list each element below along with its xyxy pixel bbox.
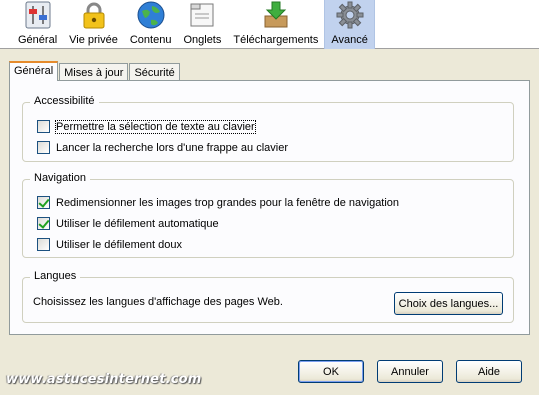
cancel-button[interactable]: Annuler <box>377 360 443 383</box>
tab-general[interactable]: Général <box>9 61 59 81</box>
option-find-as-you-type[interactable]: Lancer la recherche lors d'une frappe au… <box>37 141 288 154</box>
toolbar-label-privacy: Vie privée <box>69 34 118 46</box>
navigation-group: Navigation Redimensionner les images tro… <box>22 172 514 258</box>
option-autoscroll[interactable]: Utiliser le défilement automatique <box>37 217 219 230</box>
languages-group: Langues Choisissez les langues d'afficha… <box>22 270 514 323</box>
languages-title: Langues <box>30 270 81 282</box>
toolbar-label-general: Général <box>18 34 58 46</box>
resize-images-checkbox[interactable] <box>37 196 50 209</box>
choose-languages-button[interactable]: Choix des langues... <box>394 292 503 315</box>
autoscroll-label: Utiliser le défilement automatique <box>56 217 219 230</box>
toolbar-item-privacy[interactable]: Vie privée <box>63 0 124 49</box>
ok-button[interactable]: OK <box>298 360 364 383</box>
tab-strip: Général Mises à jour Sécurité <box>9 61 181 81</box>
window-tabs-icon <box>190 3 214 27</box>
tab-security[interactable]: Sécurité <box>129 63 180 81</box>
option-resize-images[interactable]: Redimensionner les images trop grandes p… <box>37 196 399 209</box>
option-smooth-scroll[interactable]: Utiliser le défilement doux <box>37 238 182 251</box>
smooth-scroll-checkbox[interactable] <box>37 238 50 251</box>
toolbar-item-content[interactable]: Contenu <box>124 0 178 49</box>
toolbar-label-content: Contenu <box>129 34 172 46</box>
resize-images-label: Redimensionner les images trop grandes p… <box>56 196 400 209</box>
caret-browsing-label: Permettre la sélection de texte au clavi… <box>55 119 256 134</box>
tab-panel-general: Accessibilité Permettre la sélection de … <box>9 80 530 335</box>
globe-icon <box>137 1 165 29</box>
help-button[interactable]: Aide <box>456 360 522 383</box>
preferences-toolbar: Général Vie privée Contenu Onglets Téléc… <box>0 0 539 49</box>
padlock-icon <box>83 2 104 29</box>
toolbar-item-advanced[interactable]: Avancé <box>324 0 375 49</box>
download-box-icon <box>264 1 288 28</box>
toolbar-item-general[interactable]: Général <box>12 0 63 49</box>
find-as-you-type-checkbox[interactable] <box>37 141 50 154</box>
toolbar-label-advanced: Avancé <box>331 34 368 46</box>
toolbar-label-downloads: Téléchargements <box>233 34 319 46</box>
find-as-you-type-label: Lancer la recherche lors d'une frappe au… <box>56 141 289 154</box>
caret-browsing-checkbox[interactable] <box>37 120 50 133</box>
accessibility-group: Accessibilité Permettre la sélection de … <box>22 95 514 162</box>
languages-description: Choisissez les langues d'affichage des p… <box>33 296 283 308</box>
sliders-icon <box>25 1 51 29</box>
navigation-title: Navigation <box>30 172 90 184</box>
option-caret-browsing[interactable]: Permettre la sélection de texte au clavi… <box>37 119 256 134</box>
toolbar-item-tabs[interactable]: Onglets <box>177 0 227 49</box>
gear-icon <box>336 1 364 29</box>
autoscroll-checkbox[interactable] <box>37 217 50 230</box>
toolbar-item-downloads[interactable]: Téléchargements <box>227 0 324 49</box>
toolbar-label-tabs: Onglets <box>183 34 222 46</box>
smooth-scroll-label: Utiliser le défilement doux <box>56 238 182 251</box>
watermark: www.astucesinternet.com <box>6 372 202 387</box>
tab-updates[interactable]: Mises à jour <box>59 63 129 81</box>
accessibility-title: Accessibilité <box>30 95 99 107</box>
